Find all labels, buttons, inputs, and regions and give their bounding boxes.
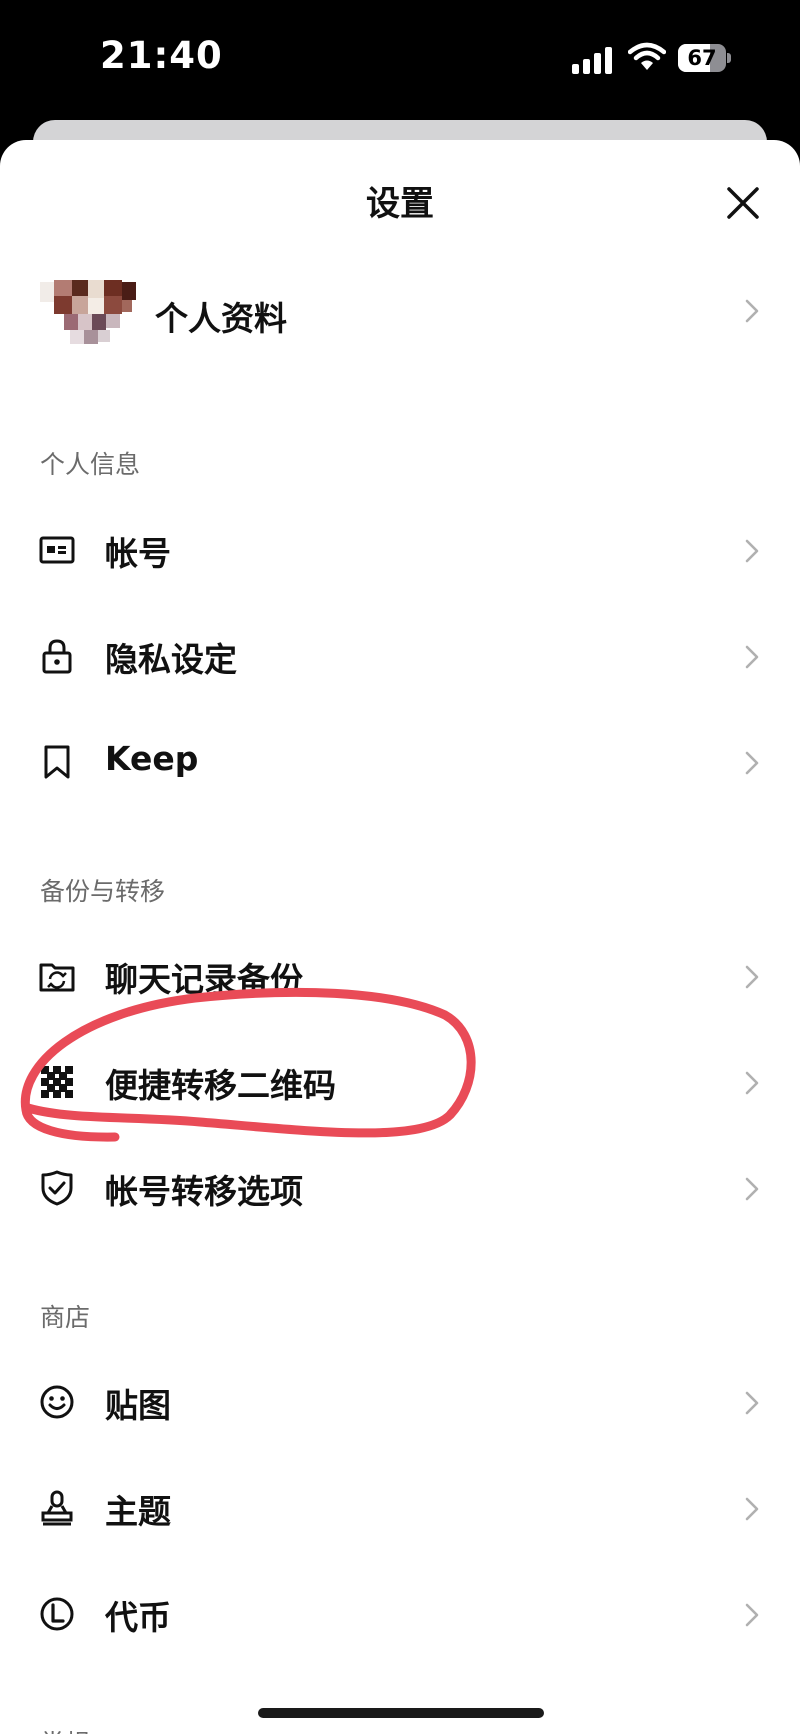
- coin-icon: [40, 1597, 74, 1631]
- chevron-right-icon: [745, 1497, 759, 1521]
- close-button[interactable]: [718, 178, 768, 228]
- settings-item-privacy[interactable]: 隐私设定: [0, 606, 800, 706]
- section-header-shop: 商店: [40, 1303, 91, 1332]
- chevron-right-icon: [745, 1177, 759, 1201]
- settings-item-label: 隐私设定: [105, 640, 237, 679]
- page-title: 设置: [366, 184, 434, 224]
- settings-item-label: 聊天记录备份: [105, 960, 303, 999]
- settings-item-label: 帐号转移选项: [105, 1172, 303, 1211]
- folder-sync-icon: [39, 963, 75, 992]
- settings-item-label: 帐号: [105, 534, 171, 573]
- smiley-icon: [40, 1385, 74, 1419]
- status-time: 21:40: [100, 34, 223, 77]
- settings-item-themes[interactable]: 主题: [0, 1458, 800, 1558]
- profile-label: 个人资料: [155, 299, 287, 338]
- chevron-right-icon: [745, 965, 759, 989]
- shield-check-icon: [41, 1170, 73, 1206]
- chevron-right-icon: [745, 1071, 759, 1095]
- stamp-icon: [41, 1490, 73, 1526]
- settings-item-coins[interactable]: 代币: [0, 1564, 800, 1664]
- home-indicator: [258, 1708, 544, 1718]
- chevron-right-icon: [745, 645, 759, 669]
- settings-item-label: Keep: [105, 739, 199, 778]
- bookmark-icon: [44, 745, 70, 779]
- battery-percent: 67: [687, 46, 717, 70]
- settings-item-chat-backup[interactable]: 聊天记录备份: [0, 926, 800, 1026]
- chevron-right-icon: [745, 539, 759, 563]
- settings-item-label: 贴图: [105, 1386, 171, 1425]
- chevron-right-icon: [745, 1603, 759, 1627]
- settings-item-qr-transfer[interactable]: 便捷转移二维码: [0, 1032, 800, 1132]
- settings-item-keep[interactable]: Keep: [0, 712, 800, 812]
- lock-icon: [42, 639, 72, 674]
- close-icon: [727, 187, 759, 219]
- avatar: [40, 280, 136, 344]
- section-header-personal: 个人信息: [40, 450, 141, 479]
- settings-item-label: 代币: [105, 1598, 171, 1637]
- settings-item-label: 主题: [105, 1492, 171, 1531]
- section-header-backup: 备份与转移: [40, 877, 166, 906]
- settings-sheet: 设置 个人资料 个人信息 帐号 隐私设定 Keep 备份与转移 聊天记录备份 便…: [0, 140, 800, 1734]
- settings-item-account-transfer[interactable]: 帐号转移选项: [0, 1138, 800, 1238]
- qr-code-icon: [41, 1066, 73, 1098]
- wifi-icon: [628, 42, 666, 70]
- chevron-right-icon: [745, 751, 759, 775]
- id-card-icon: [39, 536, 75, 564]
- screen: 21:40 67 设置 个人资料 个人信息 帐号 隐私设定 Keep 备份与转移…: [0, 0, 800, 1734]
- chevron-right-icon: [745, 1391, 759, 1415]
- section-header-general: 常规: [40, 1724, 90, 1734]
- battery-icon: 67: [678, 44, 731, 72]
- profile-row[interactable]: 个人资料: [0, 260, 800, 370]
- settings-item-account[interactable]: 帐号: [0, 500, 800, 600]
- settings-item-label: 便捷转移二维码: [105, 1066, 336, 1105]
- cellular-signal-icon: [572, 44, 614, 74]
- settings-item-stickers[interactable]: 贴图: [0, 1352, 800, 1452]
- status-bar: 21:40 67: [0, 0, 800, 118]
- chevron-right-icon: [745, 299, 759, 323]
